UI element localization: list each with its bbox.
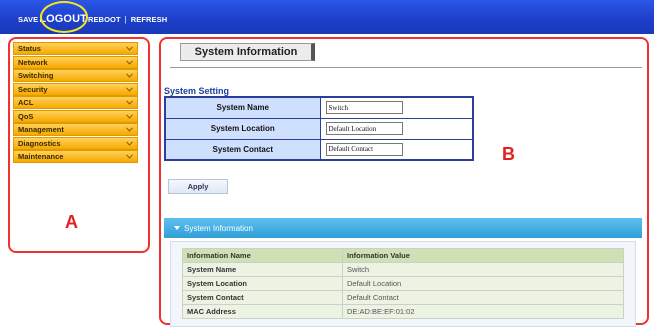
title-divider <box>170 67 642 68</box>
sidebar-item-label: Network <box>18 57 48 67</box>
sidebar-item-label: Security <box>18 84 48 94</box>
chevron-down-icon <box>125 126 133 134</box>
chevron-down-icon <box>125 85 133 93</box>
sidebar-item-acl[interactable]: ACL <box>13 96 138 109</box>
reboot-link[interactable]: REBOOT <box>88 15 121 24</box>
system-location-label: System Location <box>164 117 321 140</box>
chevron-down-icon <box>125 139 133 147</box>
sidebar-item-switching[interactable]: Switching <box>13 69 138 82</box>
sidebar-item-security[interactable]: Security <box>13 82 138 96</box>
table-row: System Name Switch <box>182 262 624 277</box>
table-row: System Location Default Location <box>164 117 474 140</box>
sidebar-item-network[interactable]: Network <box>13 55 138 69</box>
sidebar-item-maintenance[interactable]: Maintenance <box>13 150 138 163</box>
chevron-down-icon <box>125 45 133 53</box>
info-value: Default Contact <box>342 290 624 305</box>
system-information-header-label: System Information <box>184 223 253 233</box>
sidebar-item-label: Status <box>18 44 41 53</box>
sidebar-item-management[interactable]: Management <box>13 123 138 136</box>
table-row: System Contact Default Contact <box>182 290 624 305</box>
annotation-label-a: A <box>65 212 78 232</box>
sidebar-item-label: Maintenance <box>18 152 64 161</box>
info-name: MAC Address <box>182 304 343 319</box>
info-value: Switch <box>342 262 624 277</box>
table-header-row: Information Name Information Value <box>182 248 624 263</box>
chevron-down-icon <box>125 99 133 107</box>
annotation-label-b: B <box>502 144 515 164</box>
system-setting-table: System Name Switch System Location Defau… <box>164 96 474 161</box>
info-value: Default Location <box>342 276 624 291</box>
sidebar-item-label: QoS <box>18 111 34 121</box>
chevron-down-icon <box>125 112 133 120</box>
system-contact-label: System Contact <box>164 138 321 161</box>
sidebar-menu: Status Network Switching Security ACL Qo… <box>13 42 138 164</box>
chevron-down-icon <box>125 72 133 80</box>
section-title-system-setting: System Setting <box>164 86 230 96</box>
page-title: System Information <box>180 43 315 61</box>
table-row: System Location Default Location <box>182 276 624 291</box>
system-name-label: System Name <box>164 96 321 119</box>
sidebar-item-label: Diagnostics <box>18 138 61 148</box>
sidebar-item-label: ACL <box>18 98 34 107</box>
column-header-information-value: Information Value <box>342 248 624 263</box>
sidebar-item-label: Switching <box>18 71 54 80</box>
table-row: MAC Address DE:AD:BE:EF:01:02 <box>182 304 624 319</box>
page-title-text: System Information <box>194 46 298 58</box>
sidebar-item-label: Management <box>18 125 64 134</box>
info-value: DE:AD:BE:EF:01:02 <box>342 304 624 319</box>
chevron-down-icon <box>125 153 133 161</box>
sidebar-item-diagnostics[interactable]: Diagnostics <box>13 136 138 150</box>
info-name: System Name <box>182 262 343 277</box>
table-row: System Contact Default Contact <box>164 138 474 161</box>
chevron-down-icon <box>125 58 133 66</box>
sidebar-item-qos[interactable]: QoS <box>13 109 138 123</box>
info-name: System Contact <box>182 290 343 305</box>
system-location-input[interactable]: Default Location <box>325 122 403 135</box>
sidebar-item-status[interactable]: Status <box>13 42 138 55</box>
save-link[interactable]: SAVE <box>18 15 38 24</box>
system-contact-input[interactable]: Default Contact <box>325 142 403 156</box>
apply-button[interactable]: Apply <box>168 179 228 194</box>
refresh-link[interactable]: REFRESH <box>131 15 168 24</box>
system-information-table: Information Name Information Value Syste… <box>182 248 624 319</box>
table-row: System Name Switch <box>164 96 474 119</box>
collapse-arrow-icon <box>174 226 180 230</box>
logout-highlight-circle <box>40 1 88 33</box>
apply-button-label: Apply <box>187 182 209 191</box>
info-name: System Location <box>182 276 343 291</box>
column-header-information-name: Information Name <box>182 248 343 263</box>
menu-separator: | <box>124 15 127 24</box>
system-name-input[interactable]: Switch <box>325 101 403 115</box>
system-information-header[interactable]: System Information <box>164 218 642 238</box>
